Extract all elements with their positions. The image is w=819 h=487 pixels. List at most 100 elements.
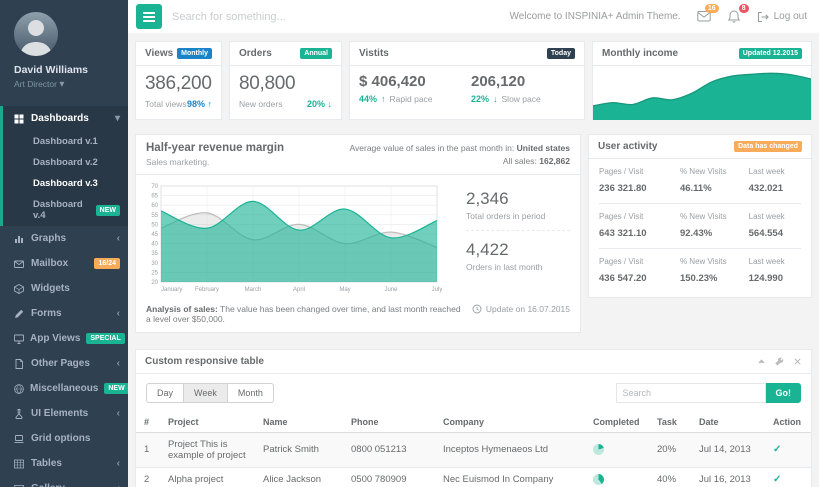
visits-left-column: $ 406,420 44% ↑ Rapid pace bbox=[359, 73, 463, 104]
user-role-dropdown[interactable]: Art Director ▾ bbox=[14, 79, 118, 90]
sidebar-item-forms[interactable]: Forms ‹ bbox=[0, 301, 128, 326]
column-header[interactable]: # bbox=[136, 412, 160, 433]
chevron-left-icon: ‹ bbox=[117, 309, 120, 319]
special-badge: SPECIAL bbox=[86, 333, 124, 344]
trend-up-icon: ↑ bbox=[208, 99, 213, 109]
column-header[interactable]: Date bbox=[691, 412, 765, 433]
sidebar-item-dashboard-v3[interactable]: Dashboard v.3 bbox=[3, 173, 128, 194]
svg-text:January: January bbox=[161, 287, 182, 293]
revenue-chart: 2025303540455055606570JanuaryFebruaryMar… bbox=[144, 181, 442, 295]
sidebar-item-widgets[interactable]: Widgets bbox=[0, 276, 128, 301]
filter-day-button[interactable]: Day bbox=[146, 383, 184, 403]
column-header[interactable]: Action bbox=[765, 412, 811, 433]
column-header[interactable]: Phone bbox=[343, 412, 435, 433]
new-badge: NEW bbox=[104, 383, 128, 394]
sidebar-item-mailbox[interactable]: Mailbox 16/24 bbox=[0, 251, 128, 276]
sidebar-item-dashboard-v2[interactable]: Dashboard v.2 bbox=[3, 152, 128, 173]
messages-button[interactable]: 16 bbox=[697, 10, 711, 23]
last-month-orders-value: 4,422 bbox=[466, 240, 570, 260]
chevron-left-icon: ‹ bbox=[117, 409, 120, 419]
chevron-left-icon: ‹ bbox=[117, 459, 120, 469]
collapse-button[interactable] bbox=[757, 357, 766, 366]
user-activity-panel: User activity Data has changed Pages / V… bbox=[588, 134, 812, 298]
table-panel: Custom responsive table Day Week Month bbox=[135, 349, 812, 487]
column-header[interactable]: Project bbox=[160, 412, 255, 433]
activity-row: Pages / Visit % New Visits Last week 643… bbox=[599, 204, 801, 249]
sidebar-item-other-pages[interactable]: Other Pages ‹ bbox=[0, 351, 128, 376]
visits-stat-card: Vistits Today $ 406,420 44% ↑ Rapid pace bbox=[349, 41, 585, 120]
revenue-panel: Half-year revenue margin Sales marketing… bbox=[135, 134, 581, 333]
chevron-left-icon: ‹ bbox=[117, 359, 120, 369]
flask-icon bbox=[14, 409, 25, 419]
sidebar-item-ui-elements[interactable]: UI Elements ‹ bbox=[0, 401, 128, 426]
views-label: Total views bbox=[145, 99, 187, 109]
avatar[interactable] bbox=[14, 12, 58, 56]
column-header[interactable]: Name bbox=[255, 412, 343, 433]
svg-text:March: March bbox=[245, 287, 262, 293]
header-right: Welcome to INSPINIA+ Admin Theme. 16 8 L… bbox=[510, 10, 807, 23]
notifications-button[interactable]: 8 bbox=[727, 10, 741, 23]
close-button[interactable] bbox=[793, 357, 802, 366]
svg-text:May: May bbox=[339, 287, 350, 293]
card-title: Orders bbox=[239, 48, 272, 59]
check-icon[interactable]: ✓ bbox=[773, 444, 781, 455]
views-value: 386,200 bbox=[145, 73, 212, 95]
desktop-icon bbox=[14, 334, 24, 344]
settings-button[interactable] bbox=[775, 357, 784, 366]
sidebar-item-graphs[interactable]: Graphs ‹ bbox=[0, 226, 128, 251]
table-toolbar: Day Week Month Go! bbox=[136, 374, 811, 412]
cube-icon bbox=[14, 284, 25, 294]
dashboards-icon bbox=[14, 114, 25, 124]
visits-right-label: Slow pace bbox=[502, 94, 541, 104]
sidebar-toggle-button[interactable] bbox=[136, 4, 162, 29]
mailbox-count-badge: 16/24 bbox=[94, 258, 120, 269]
sidebar-item-app-views[interactable]: App Views SPECIAL bbox=[0, 326, 128, 351]
sidebar-item-grid-options[interactable]: Grid options bbox=[0, 426, 128, 451]
visits-left-label: Rapid pace bbox=[390, 94, 433, 104]
today-badge: Today bbox=[547, 48, 575, 59]
table-search-input[interactable] bbox=[616, 383, 766, 403]
views-stat-card: Views Monthly 386,200 Total views 98% ↑ bbox=[135, 41, 222, 120]
sidebar-item-gallery[interactable]: Gallery ‹ bbox=[0, 476, 128, 487]
column-header[interactable]: Completed bbox=[585, 412, 649, 433]
sales-summary: Average value of sales in the past month… bbox=[350, 142, 571, 168]
nav-group-dashboards: Dashboards ▾ Dashboard v.1 Dashboard v.2… bbox=[0, 106, 128, 226]
panel-title: Half-year revenue margin bbox=[146, 142, 284, 154]
svg-text:25: 25 bbox=[151, 270, 158, 276]
svg-text:35: 35 bbox=[151, 251, 158, 257]
sidebar-item-miscellaneous[interactable]: Miscellaneous NEW bbox=[0, 376, 128, 401]
sidebar-item-tables[interactable]: Tables ‹ bbox=[0, 451, 128, 476]
panel-subtitle: Sales marketing. bbox=[146, 157, 284, 167]
bar-chart-icon bbox=[14, 234, 25, 244]
envelope-icon bbox=[14, 259, 25, 269]
new-badge: NEW bbox=[96, 205, 120, 216]
panel-title: User activity bbox=[598, 141, 657, 152]
column-header[interactable]: Company bbox=[435, 412, 585, 433]
logout-button[interactable]: Log out bbox=[757, 11, 807, 23]
svg-text:July: July bbox=[432, 287, 442, 293]
sidebar-item-dashboard-v4[interactable]: Dashboard v.4 NEW bbox=[3, 194, 128, 226]
card-title: Vistits bbox=[359, 48, 389, 59]
middle-row: Half-year revenue margin Sales marketing… bbox=[135, 134, 812, 333]
last-month-orders-label: Orders in last month bbox=[466, 262, 570, 272]
svg-text:65: 65 bbox=[151, 193, 158, 199]
search-input[interactable] bbox=[172, 11, 412, 23]
search-go-button[interactable]: Go! bbox=[766, 383, 802, 403]
views-percent: 98% ↑ bbox=[187, 99, 212, 109]
dashboards-submenu: Dashboard v.1 Dashboard v.2 Dashboard v.… bbox=[3, 131, 128, 226]
table-row: 2 Alpha project Alice Jackson 0500 78090… bbox=[136, 467, 811, 487]
filter-week-button[interactable]: Week bbox=[184, 383, 228, 403]
panel-tools bbox=[757, 357, 802, 366]
hamburger-icon bbox=[143, 16, 155, 18]
check-icon[interactable]: ✓ bbox=[773, 474, 781, 485]
table-icon bbox=[14, 459, 25, 469]
sidebar-item-dashboards[interactable]: Dashboards ▾ bbox=[3, 106, 128, 131]
projects-table: # Project Name Phone Company Completed T… bbox=[136, 412, 811, 487]
card-title: Views bbox=[145, 48, 173, 59]
sidebar-item-dashboard-v1[interactable]: Dashboard v.1 bbox=[3, 131, 128, 152]
welcome-text: Welcome to INSPINIA+ Admin Theme. bbox=[510, 11, 681, 22]
column-header[interactable]: Task bbox=[649, 412, 691, 433]
filter-month-button[interactable]: Month bbox=[228, 383, 274, 403]
range-filter-group: Day Week Month bbox=[146, 383, 274, 403]
orders-stat-card: Orders Annual 80,800 New orders 20% ↓ bbox=[229, 41, 342, 120]
